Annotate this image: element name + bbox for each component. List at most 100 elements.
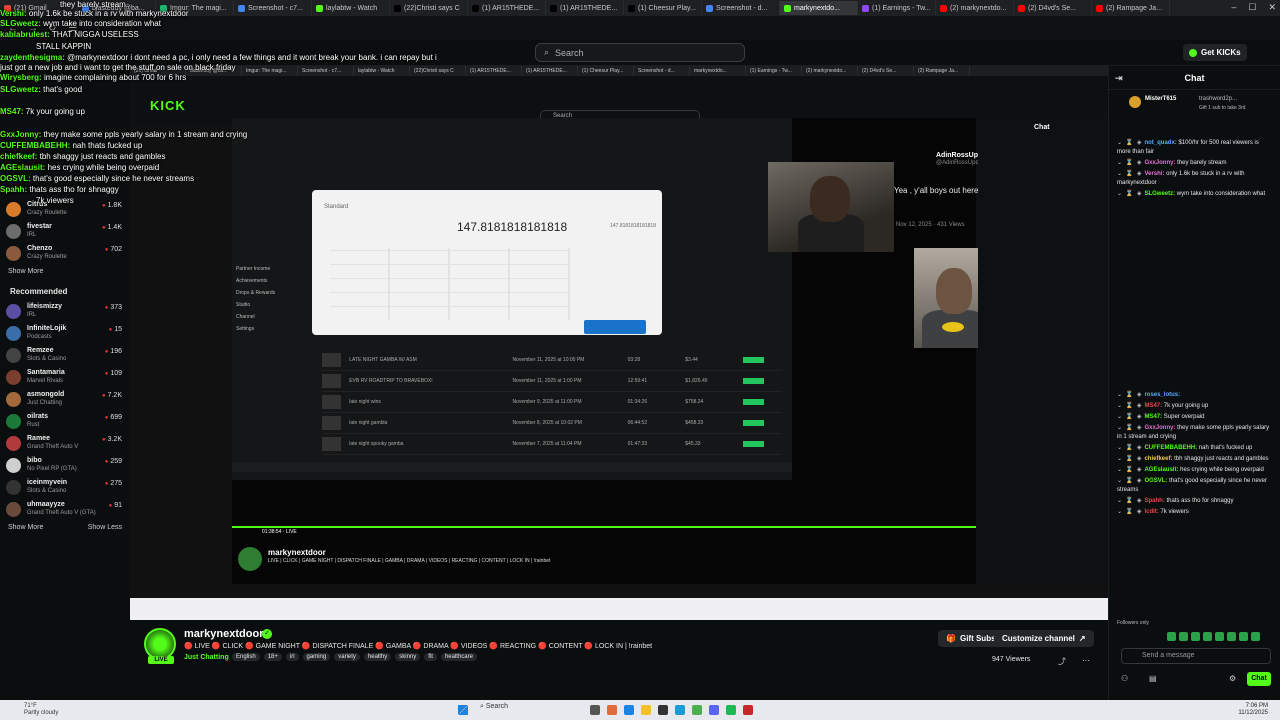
- stream-tag[interactable]: irl: [285, 653, 299, 661]
- stream-tag[interactable]: gaming: [302, 653, 331, 661]
- sidebar-channel[interactable]: oilrats Rust 699: [6, 410, 124, 432]
- chat-message-input[interactable]: Send a message: [1121, 648, 1271, 664]
- sidebar-channel[interactable]: fivestar IRL 1.4K: [6, 220, 124, 242]
- get-kicks-button[interactable]: Get KICKs: [1183, 44, 1247, 61]
- more-options-icon[interactable]: ⋯: [1082, 656, 1090, 665]
- sidebar-channel[interactable]: Chenzo Crazy Roulette 702: [6, 242, 124, 264]
- chat-username[interactable]: Icdlt:: [1144, 509, 1158, 515]
- forward-icon[interactable]: →: [28, 23, 38, 34]
- chat-send-button[interactable]: Chat: [1247, 672, 1271, 686]
- search-input[interactable]: ⌕ Search: [535, 43, 745, 62]
- browser-tab[interactable]: (1) AR15THEDE...: [468, 1, 546, 15]
- chat-username[interactable]: GxxJonny:: [1144, 160, 1175, 166]
- stream-tag[interactable]: skinny: [395, 653, 421, 661]
- emote-icon[interactable]: [1215, 632, 1224, 641]
- chat-username[interactable]: roses_lotus:: [1144, 392, 1180, 398]
- emote-icon[interactable]: [1203, 632, 1212, 641]
- browser-tab[interactable]: Screenshot - c7...: [234, 1, 312, 15]
- browser-tab[interactable]: markynextdo...: [780, 1, 858, 15]
- stream-player[interactable]: (21) Gmail blasteddy @ba... Imgur: The mag…: [130, 66, 1108, 620]
- chat-username[interactable]: not_quadx:: [1144, 140, 1176, 146]
- chat-username[interactable]: SLGweetz:: [1144, 191, 1175, 197]
- pinned-gift-banner[interactable]: MisterT615 trashword2p... Gift 1 sub to …: [1115, 94, 1274, 134]
- stream-tag[interactable]: fit: [424, 653, 437, 661]
- collapse-chat-icon[interactable]: ⇥: [1115, 66, 1123, 90]
- task-view-icon[interactable]: [590, 705, 600, 715]
- file-explorer-icon[interactable]: [641, 705, 651, 715]
- chat-username[interactable]: Vershi:: [1144, 171, 1164, 177]
- weather-widget[interactable]: 71°F Partly cloudy: [24, 703, 58, 717]
- stream-tag[interactable]: 18+: [263, 653, 282, 661]
- browser-tab[interactable]: (2) markynextdo...: [936, 1, 1014, 15]
- stream-tag[interactable]: variety: [334, 653, 360, 661]
- stream-tag[interactable]: healthcare: [440, 653, 477, 661]
- browser-tab[interactable]: (1) AR15THEDE...: [546, 1, 624, 15]
- player-controls[interactable]: 01:38:54 · LIVE: [232, 526, 976, 536]
- sidebar-channel[interactable]: Remzee Slots & Casino 196: [6, 344, 124, 366]
- chrome-icon[interactable]: [692, 705, 702, 715]
- emote-icon[interactable]: [1191, 632, 1200, 641]
- sidebar-channel[interactable]: Ramee Grand Theft Auto V 3.2K: [6, 432, 124, 454]
- video-frame[interactable]: Partner Income Achievements Drops & Reward…: [232, 118, 1104, 584]
- back-icon[interactable]: ←: [8, 23, 18, 34]
- browser-tab[interactable]: (21) Gmail: [0, 1, 78, 15]
- maximize-icon[interactable]: ☐: [1248, 2, 1256, 13]
- share-icon[interactable]: ⤴: [1058, 656, 1066, 667]
- sidebar-channel[interactable]: Citrus Crazy Roulette 1.8K: [6, 198, 124, 220]
- show-more-button-2[interactable]: Show More: [8, 524, 43, 531]
- emote-icon[interactable]: [1179, 632, 1188, 641]
- app-icon[interactable]: [624, 705, 634, 715]
- emote-bar[interactable]: [1167, 632, 1260, 641]
- emote-icon[interactable]: [1251, 632, 1260, 641]
- browser-tab[interactable]: (1) Earnings - Tw...: [858, 1, 936, 15]
- sidebar-channel[interactable]: iceinmyvein Slots & Casino 275: [6, 476, 124, 498]
- app-icon[interactable]: [607, 705, 617, 715]
- chat-username[interactable]: OGSVL:: [1144, 478, 1167, 484]
- menu-icon[interactable]: ☰: [68, 23, 77, 34]
- sidebar-channel[interactable]: asmongold Just Chatting 7.2K: [6, 388, 124, 410]
- show-less-button[interactable]: Show Less: [88, 524, 122, 531]
- browser-tab[interactable]: (22)Christi says C: [390, 1, 468, 15]
- edge-icon[interactable]: [675, 705, 685, 715]
- chat-username[interactable]: CUFFEMBABEHH:: [1144, 445, 1197, 451]
- stream-tag[interactable]: English: [232, 653, 260, 661]
- channel-name[interactable]: markynextdoor: [184, 628, 263, 640]
- emote-icon[interactable]: [1239, 632, 1248, 641]
- chat-username[interactable]: GxxJonny:: [1144, 425, 1175, 431]
- sidebar-channel[interactable]: bibo No Pixel RP (GTA) 259: [6, 454, 124, 476]
- chat-settings-icon[interactable]: ⚙: [1229, 674, 1236, 683]
- chat-calendar-icon[interactable]: ▤: [1149, 674, 1157, 683]
- browser-tab[interactable]: Screenshot - d...: [702, 1, 780, 15]
- stream-category[interactable]: Just Chatting: [184, 654, 229, 661]
- close-icon[interactable]: ✕: [1268, 2, 1276, 13]
- app-icon[interactable]: [743, 705, 753, 715]
- spotify-icon[interactable]: [726, 705, 736, 715]
- minimize-icon[interactable]: –: [1231, 2, 1236, 13]
- browser-tab[interactable]: Imgur: The magi...: [156, 1, 234, 15]
- refresh-icon[interactable]: ↻: [48, 23, 56, 34]
- browser-tab[interactable]: (2) Rampage Ja...: [1092, 1, 1170, 15]
- sidebar-channel[interactable]: InfiniteLojik Podcasts 15: [6, 322, 124, 344]
- chat-username[interactable]: AGEslausit:: [1144, 467, 1178, 473]
- emote-icon[interactable]: [1227, 632, 1236, 641]
- sidebar-channel[interactable]: uhmaayyze Grand Theft Auto V (GTA) 91: [6, 498, 124, 520]
- app-icon[interactable]: [658, 705, 668, 715]
- browser-tab[interactable]: (1) Cheesur Play...: [624, 1, 702, 15]
- sidebar-channel[interactable]: lifeismizzy IRL 373: [6, 300, 124, 322]
- playback-progress[interactable]: [232, 526, 976, 528]
- discord-icon[interactable]: [709, 705, 719, 715]
- chat-username[interactable]: MS47:: [1144, 414, 1162, 420]
- chat-username[interactable]: Spahh:: [1144, 498, 1164, 504]
- browser-tab[interactable]: laylabtw - Watch: [312, 1, 390, 15]
- chat-username[interactable]: chiefkeef:: [1144, 456, 1172, 462]
- show-more-button[interactable]: Show More: [8, 268, 43, 275]
- customize-channel-button[interactable]: Customize channel ↗: [994, 630, 1094, 647]
- emote-icon[interactable]: [1167, 632, 1176, 641]
- windows-start-icon[interactable]: [458, 705, 468, 715]
- taskbar-search[interactable]: ⌕ Search: [480, 703, 508, 711]
- browser-tab[interactable]: blasteddy @ba...: [78, 1, 156, 15]
- sidebar-channel[interactable]: Santamaria Marvel Rivals 109: [6, 366, 124, 388]
- chat-username[interactable]: MS47:: [1144, 403, 1162, 409]
- browser-tab[interactable]: (2) D4vd's Se...: [1014, 1, 1092, 15]
- system-clock[interactable]: 7:06 PM 11/12/2025: [1238, 703, 1268, 717]
